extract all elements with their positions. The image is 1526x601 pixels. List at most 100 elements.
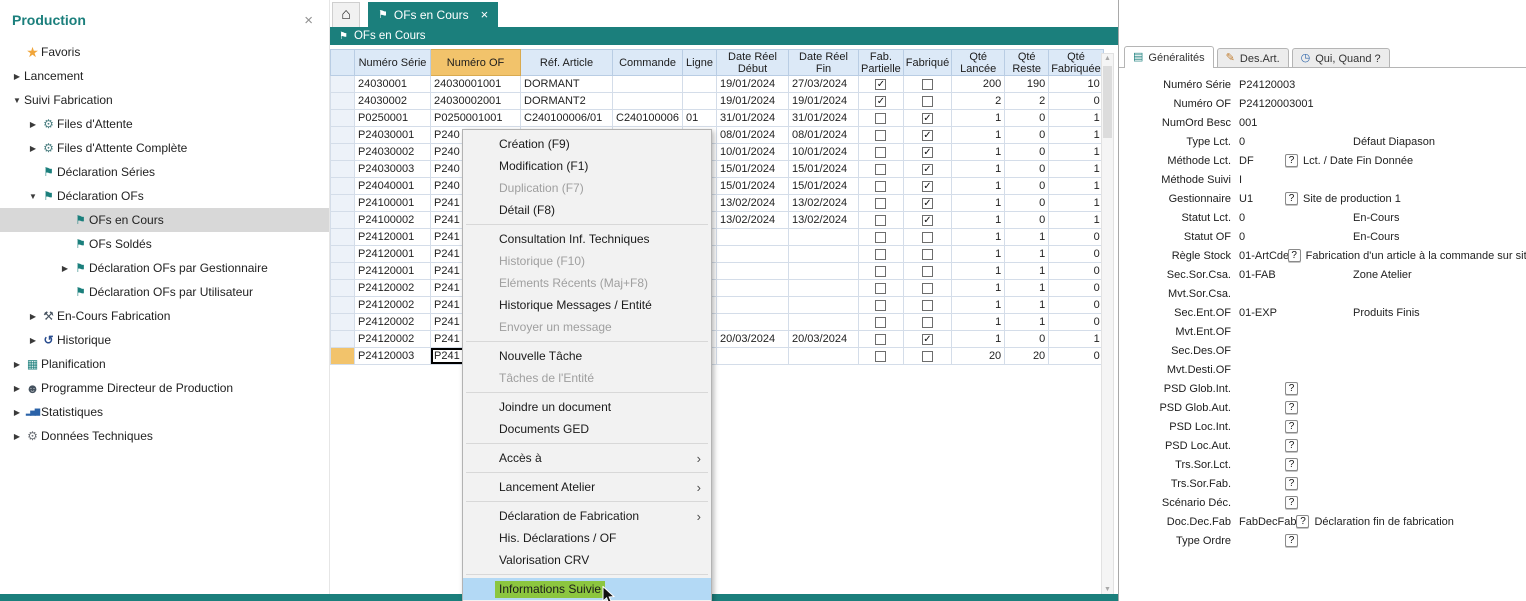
field-value-regle-stock[interactable]: 01-ArtCde: [1239, 250, 1288, 262]
help-icon[interactable]: ?: [1285, 420, 1298, 433]
sidebar-item-ofs-en-cours[interactable]: ⚑OFs en Cours: [0, 208, 329, 232]
menu-item-nouvelle-tache[interactable]: Nouvelle Tâche: [463, 345, 711, 367]
menu-item-consultation-inf-techniques[interactable]: Consultation Inf. Techniques: [463, 228, 711, 250]
column-header-fabrique[interactable]: Fabriqué: [903, 50, 951, 76]
row-selector-cell[interactable]: [331, 280, 355, 297]
fabrique-checkbox[interactable]: ✓: [922, 164, 933, 175]
menu-item-lancement-atelier[interactable]: Lancement Atelier›: [463, 476, 711, 498]
fab-partielle-checkbox[interactable]: [875, 232, 886, 243]
scroll-down-icon[interactable]: ▼: [1102, 586, 1113, 593]
help-icon[interactable]: ?: [1285, 534, 1298, 547]
chevron-right-icon[interactable]: ▶: [10, 384, 24, 393]
chevron-right-icon[interactable]: ▶: [10, 360, 24, 369]
column-header-ligne[interactable]: Ligne: [683, 50, 717, 76]
menu-item-his-declarations-of[interactable]: His. Déclarations / OF: [463, 527, 711, 549]
row-selector-cell[interactable]: [331, 76, 355, 93]
sidebar-item-ofs-soldes[interactable]: ⚑OFs Soldés: [0, 232, 329, 256]
chevron-right-icon[interactable]: ▶: [10, 432, 24, 441]
sidebar-item-declaration-series[interactable]: ⚑Déclaration Séries: [0, 160, 329, 184]
fab-partielle-checkbox[interactable]: [875, 113, 886, 124]
sidebar-item-files-d-attente[interactable]: ▶⚙Files d'Attente: [0, 112, 329, 136]
menu-item-modification-f1[interactable]: Modification (F1): [463, 155, 711, 177]
panel-tab-qui-quand[interactable]: ◷Qui, Quand ?: [1292, 48, 1390, 68]
column-header-fin[interactable]: Date Réel Fin: [789, 50, 859, 76]
fabrique-checkbox[interactable]: ✓: [922, 215, 933, 226]
fab-partielle-checkbox[interactable]: [875, 164, 886, 175]
table-row[interactable]: P24030003P24015/01/202415/01/2024✓101: [331, 161, 1104, 178]
fabrique-checkbox[interactable]: [922, 249, 933, 260]
table-row[interactable]: 2403000224030002001DORMANT219/01/202419/…: [331, 93, 1104, 110]
row-selector-cell[interactable]: [331, 263, 355, 280]
sidebar-item-programme-directeur-de-production[interactable]: ▶☻Programme Directeur de Production: [0, 376, 329, 400]
fab-partielle-checkbox[interactable]: ✓: [875, 79, 886, 90]
row-selector-cell[interactable]: [331, 127, 355, 144]
menu-item-creation-f9[interactable]: Création (F9): [463, 133, 711, 155]
sidebar-item-lancement[interactable]: ▶Lancement: [0, 64, 329, 88]
fabrique-checkbox[interactable]: ✓: [922, 147, 933, 158]
sidebar-item-declaration-ofs[interactable]: ▼⚑Déclaration OFs: [0, 184, 329, 208]
field-value-doc-dec-fab[interactable]: FabDecFab: [1239, 516, 1296, 528]
sidebar-item-planification[interactable]: ▶▦Planification: [0, 352, 329, 376]
chevron-right-icon[interactable]: ▶: [26, 120, 40, 129]
sidebar-item-declaration-ofs-par-utilisateur[interactable]: ⚑Déclaration OFs par Utilisateur: [0, 280, 329, 304]
fabrique-checkbox[interactable]: [922, 351, 933, 362]
column-header-serie[interactable]: Numéro Série: [355, 50, 431, 76]
menu-item-joindre-un-document[interactable]: Joindre un document: [463, 396, 711, 418]
sidebar-item-donnees-techniques[interactable]: ▶⚙Données Techniques: [0, 424, 329, 448]
help-icon[interactable]: ?: [1285, 496, 1298, 509]
chevron-down-icon[interactable]: ▼: [10, 96, 24, 105]
row-selector-cell[interactable]: [331, 348, 355, 365]
row-selector-cell[interactable]: [331, 110, 355, 127]
field-value-methode-suivi[interactable]: I: [1239, 174, 1285, 186]
field-value-numord-besc[interactable]: 001: [1239, 117, 1285, 129]
field-value-methode-lct[interactable]: DF: [1239, 155, 1285, 167]
chevron-right-icon[interactable]: ▶: [26, 144, 40, 153]
fab-partielle-checkbox[interactable]: [875, 215, 886, 226]
column-header-debut[interactable]: Date Réel Début: [717, 50, 789, 76]
table-row[interactable]: 2403000124030001001DORMANT19/01/202427/0…: [331, 76, 1104, 93]
table-row[interactable]: P24100002P24113/02/202413/02/2024✓101: [331, 212, 1104, 229]
fabrique-checkbox[interactable]: [922, 232, 933, 243]
row-selector-cell[interactable]: [331, 212, 355, 229]
help-icon[interactable]: ?: [1288, 249, 1301, 262]
fabrique-checkbox[interactable]: ✓: [922, 334, 933, 345]
menu-item-acces-a[interactable]: Accès à›: [463, 447, 711, 469]
fabrique-checkbox[interactable]: [922, 317, 933, 328]
column-header-qte-lancee[interactable]: Qté Lancée: [952, 50, 1005, 76]
fab-partielle-checkbox[interactable]: [875, 351, 886, 362]
panel-tab-generalites[interactable]: ▤Généralités: [1124, 46, 1214, 68]
tab-close-icon[interactable]: ×: [481, 7, 489, 22]
table-row[interactable]: P24120002P241110: [331, 280, 1104, 297]
fab-partielle-checkbox[interactable]: [875, 317, 886, 328]
fabrique-checkbox[interactable]: ✓: [922, 130, 933, 141]
chevron-right-icon[interactable]: ▶: [10, 72, 24, 81]
table-row[interactable]: P24100001P24113/02/202413/02/2024✓101: [331, 195, 1104, 212]
fabrique-checkbox[interactable]: [922, 283, 933, 294]
table-row[interactable]: P24120003P24120200: [331, 348, 1104, 365]
menu-item-informations-suivie[interactable]: Informations Suivie: [463, 578, 711, 600]
fab-partielle-checkbox[interactable]: [875, 130, 886, 141]
row-selector-cell[interactable]: [331, 195, 355, 212]
help-icon[interactable]: ?: [1296, 515, 1309, 528]
sidebar-item-declaration-ofs-par-gestionnaire[interactable]: ▶⚑Déclaration OFs par Gestionnaire: [0, 256, 329, 280]
menu-item-declaration-de-fabrication[interactable]: Déclaration de Fabrication›: [463, 505, 711, 527]
table-row[interactable]: P24120001P241110: [331, 246, 1104, 263]
close-icon[interactable]: ×: [304, 13, 313, 28]
column-header-qte-fabriquee[interactable]: Qté Fabriquée: [1049, 50, 1104, 76]
menu-item-documents-ged[interactable]: Documents GED: [463, 418, 711, 440]
fab-partielle-checkbox[interactable]: [875, 181, 886, 192]
field-value-sec-sor-csa[interactable]: 01-FAB: [1239, 269, 1285, 281]
help-icon[interactable]: ?: [1285, 458, 1298, 471]
row-selector-cell[interactable]: [331, 178, 355, 195]
tab-ofs-en-cours[interactable]: ⚑ OFs en Cours ×: [368, 2, 498, 27]
vertical-scrollbar[interactable]: ▲ ▼: [1101, 53, 1114, 595]
tab-home[interactable]: ⌂: [332, 2, 360, 27]
fab-partielle-checkbox[interactable]: [875, 249, 886, 260]
chevron-right-icon[interactable]: ▶: [10, 408, 24, 417]
field-value-statut-lct[interactable]: 0: [1239, 212, 1285, 224]
fab-partielle-checkbox[interactable]: [875, 266, 886, 277]
fabrique-checkbox[interactable]: [922, 266, 933, 277]
fab-partielle-checkbox[interactable]: [875, 300, 886, 311]
menu-item-detail-f8[interactable]: Détail (F8): [463, 199, 711, 221]
scroll-up-icon[interactable]: ▲: [1102, 55, 1113, 62]
